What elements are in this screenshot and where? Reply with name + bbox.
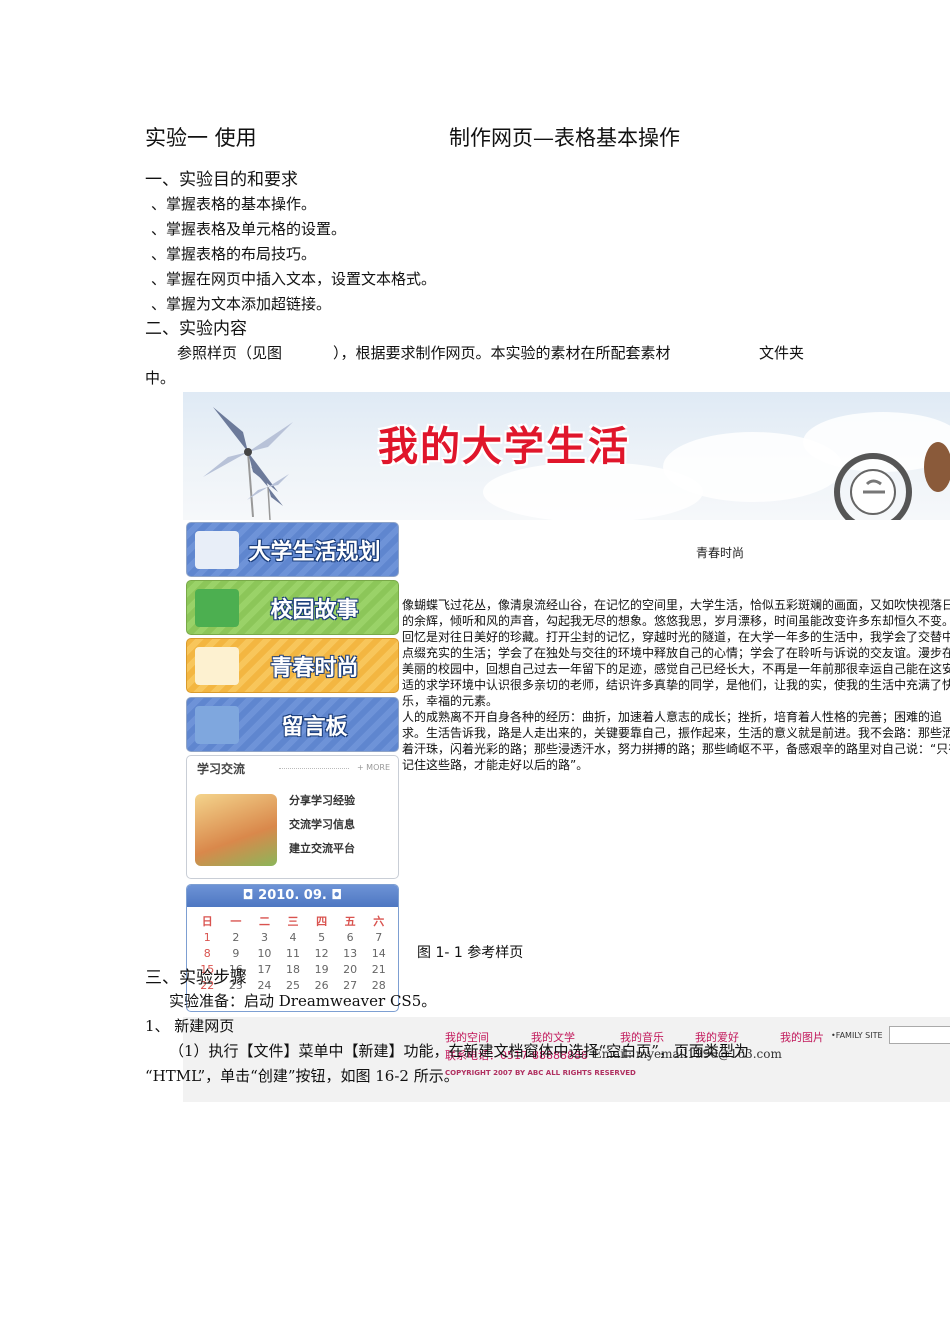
- calendar-week: 1 2 3 4 5 6 7: [193, 931, 393, 944]
- exchange-link[interactable]: 交流学习信息: [289, 816, 355, 832]
- nav-button-plan[interactable]: 大学生活规划: [186, 522, 399, 577]
- section2-line1-b: ），根据要求制作网页。本实验的素材在所配套素材: [333, 344, 671, 362]
- calendar-day[interactable]: 21: [364, 963, 393, 976]
- nav-label: 校园故事: [270, 597, 359, 623]
- section1-item: 、掌握为文本添加超链接。: [151, 295, 332, 313]
- calendar-day[interactable]: 20: [336, 963, 365, 976]
- content-paragraph: 人的成熟离不开自身各种的经历：曲折，加速着人意志的成长；挫折，培育着人性格的完善…: [402, 710, 950, 772]
- nav-label: 留言板: [281, 714, 348, 740]
- exchange-image: [195, 794, 277, 866]
- calendar-day[interactable]: 14: [364, 947, 393, 960]
- weekday: 日: [201, 915, 213, 928]
- nav-button-fashion[interactable]: 青春时尚: [186, 638, 399, 693]
- calendar-day[interactable]: 5: [307, 931, 336, 944]
- more-link[interactable]: + MORE: [357, 763, 390, 772]
- section3-step1: 1、 新建网页: [145, 1017, 235, 1035]
- calendar-day[interactable]: 17: [250, 963, 279, 976]
- calendar-day[interactable]: 7: [364, 931, 393, 944]
- exchange-link[interactable]: 分享学习经验: [289, 792, 355, 808]
- content-title: 青春时尚: [696, 546, 745, 560]
- exchange-heading: 学习交流: [197, 762, 246, 776]
- nav-button-guestbook[interactable]: 留言板: [186, 697, 399, 752]
- calendar-day[interactable]: 9: [222, 947, 251, 960]
- section1-item: 、掌握表格及单元格的设置。: [151, 220, 347, 238]
- weekday: 五: [344, 915, 356, 928]
- calendar-day[interactable]: 10: [250, 947, 279, 960]
- weekday: 六: [373, 915, 385, 928]
- footer-copyright: COPYRIGHT 2007 BY ABC ALL RIGHTS RESERVE…: [445, 1069, 636, 1077]
- calendar-day[interactable]: 1: [193, 931, 222, 944]
- weekday: 三: [287, 915, 299, 928]
- nav-button-story[interactable]: 校园故事: [186, 580, 399, 635]
- calendar-day[interactable]: 12: [307, 947, 336, 960]
- section1-heading: 一、实验目的和要求: [145, 170, 298, 190]
- calendar-day[interactable]: 19: [307, 963, 336, 976]
- calendar-day[interactable]: 13: [336, 947, 365, 960]
- section2-line2: 中。: [145, 369, 176, 387]
- calendar-weekdays: 日 一 二 三 四 五 六: [193, 913, 393, 929]
- sample-banner: 我的大学生活: [183, 392, 950, 520]
- footer-link[interactable]: 我的图片: [780, 1029, 824, 1045]
- calendar-day[interactable]: 3: [250, 931, 279, 944]
- doc-title-left: 实验一 使用: [145, 126, 257, 150]
- family-site-label: •FAMILY SITE: [831, 1031, 883, 1040]
- calendar-day[interactable]: 4: [279, 931, 308, 944]
- figure-caption: 图 1- 1 参考样页: [417, 945, 524, 961]
- banner-title: 我的大学生活: [378, 424, 630, 470]
- section3-heading: 三、实验步骤: [145, 968, 247, 988]
- weekday: 一: [230, 915, 242, 928]
- weekday: 二: [258, 915, 270, 928]
- section2-line1-a: 参照样页（见图: [177, 344, 283, 362]
- section1-item: 、掌握表格的基本操作。: [151, 195, 317, 213]
- headphone-icon: [834, 442, 950, 520]
- calendar-day[interactable]: 11: [279, 947, 308, 960]
- small-pinwheel-icon: [247, 467, 289, 520]
- calendar-header[interactable]: ◘ 2010. 09. ◘: [187, 885, 398, 907]
- section3-step1-text: “HTML”，单击“创建”按钮，如图 16-2 所示。: [145, 1067, 459, 1085]
- calendar-day[interactable]: 2: [222, 931, 251, 944]
- section3-prep: 实验准备：启动 Dreamweaver CS5。: [169, 992, 437, 1010]
- family-site-select[interactable]: [889, 1026, 950, 1044]
- section1-item: 、掌握在网页中插入文本，设置文本格式。: [151, 270, 437, 288]
- content-body: 像蝴蝶飞过花丛，像清泉流经山谷，在记忆的空间里，大学生活，恰似五彩斑斓的画面，又…: [402, 597, 950, 773]
- calendar-day[interactable]: 18: [279, 963, 308, 976]
- calendar-week: 8 9 10 11 12 13 14: [193, 947, 393, 960]
- exchange-link[interactable]: 建立交流平台: [289, 840, 355, 856]
- section3-step1-text: （1）执行【文件】菜单中【新建】功能，在新建文档窗体中选择“空白页”，页面类型为: [169, 1042, 749, 1060]
- doc-title-right: 制作网页—表格基本操作: [449, 126, 680, 150]
- study-exchange-box: 学习交流 + MORE 分享学习经验 交流学习信息 建立交流平台: [186, 755, 399, 879]
- section1-item: 、掌握表格的布局技巧。: [151, 245, 317, 263]
- calendar-day[interactable]: 6: [336, 931, 365, 944]
- calendar-day[interactable]: 8: [193, 947, 222, 960]
- section2-line1-c: 文件夹: [759, 344, 805, 362]
- weekday: 四: [316, 915, 328, 928]
- content-paragraph: 回忆是对往日美好的珍藏。打开尘封的记忆，穿越时光的隧道，在大学一年多的生活中，我…: [402, 630, 950, 708]
- content-paragraph: 像蝴蝶飞过花丛，像清泉流经山谷，在记忆的空间里，大学生活，恰似五彩斑斓的画面，又…: [402, 598, 950, 628]
- section2-heading: 二、实验内容: [145, 319, 247, 339]
- nav-label: 青春时尚: [270, 655, 359, 681]
